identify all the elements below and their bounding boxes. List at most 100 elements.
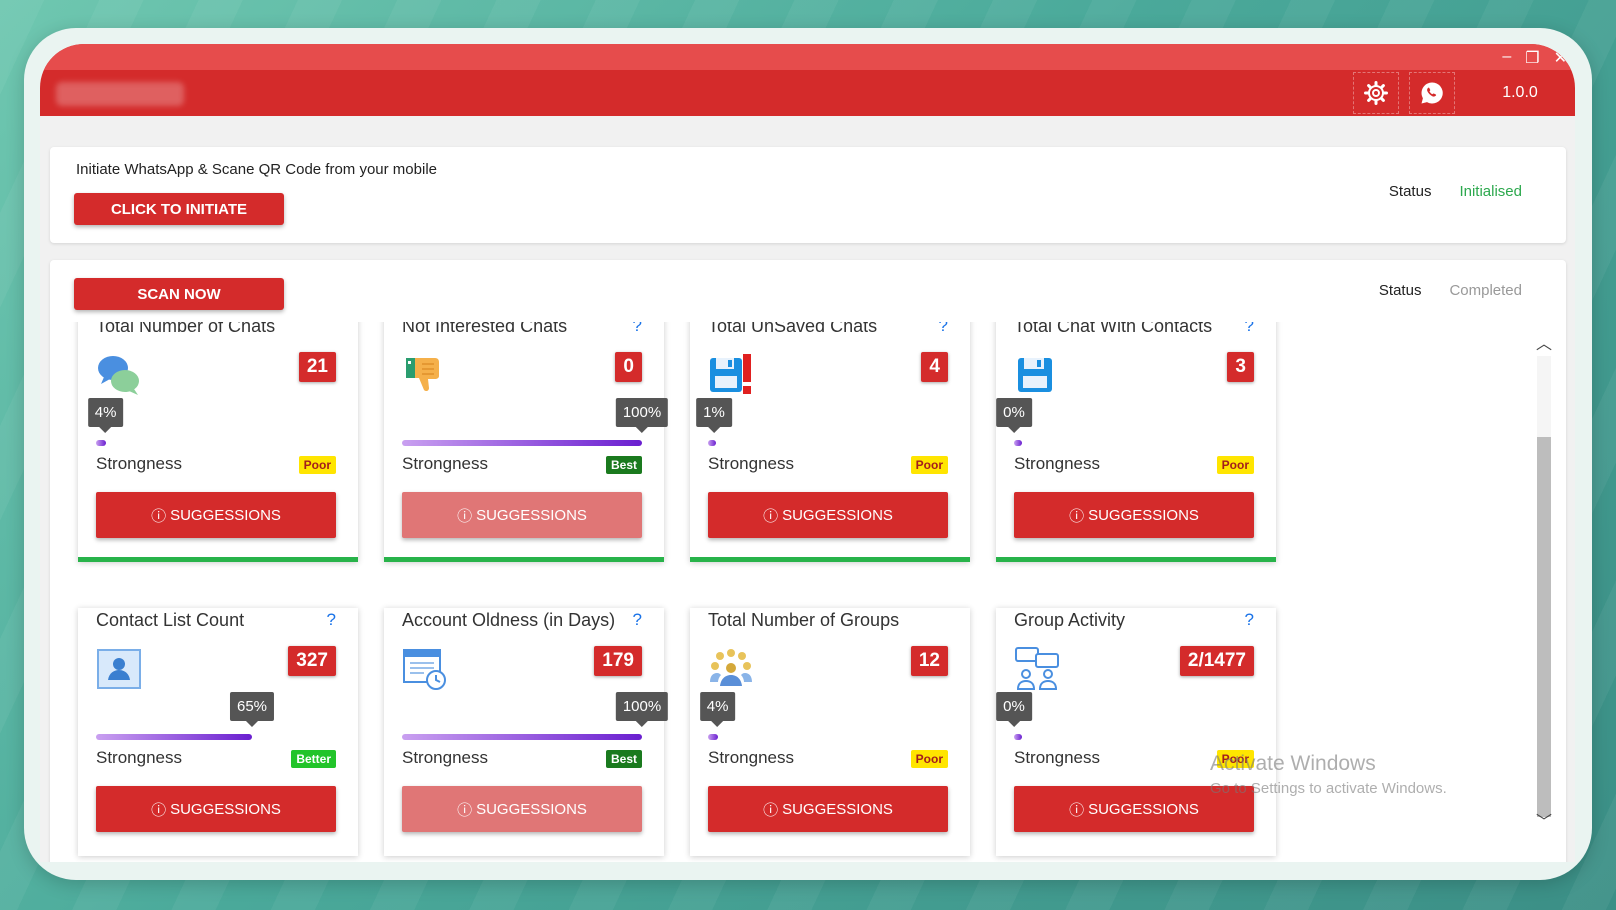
status-label: Status — [1388, 183, 1432, 200]
info-icon: ⓘ — [1069, 507, 1085, 525]
card-title: Total UnSaved Chats — [708, 322, 878, 336]
strength-bar — [708, 734, 948, 740]
suggestions-label: SUGGESSIONS — [1088, 800, 1199, 818]
rating-badge: Best — [605, 750, 642, 768]
contact-card-icon — [96, 646, 142, 692]
strength-tooltip: 0% — [996, 398, 1032, 433]
watermark-title: Activate Windows — [1210, 752, 1376, 775]
count-badge: 4 — [921, 352, 948, 382]
scroll-down-icon[interactable]: ﹀ — [1534, 808, 1554, 831]
metric-card: Group Activity ? 2/1477 0% Strongness Po… — [996, 608, 1276, 856]
thumbs-down-icon — [402, 352, 448, 398]
rating-badge: Best — [605, 456, 642, 474]
rating-badge: Poor — [910, 750, 948, 768]
strength-label: Strongness — [96, 748, 182, 767]
title-actions: 1.0.0 — [1353, 70, 1575, 116]
minimize-icon[interactable]: – — [1502, 48, 1511, 68]
card-title: Not Interested Chats — [402, 322, 568, 336]
metric-card: Not Interested Chats ? 0 100% Strongness… — [384, 322, 669, 562]
vertical-scrollbar[interactable]: ︿ ﹀ — [1534, 322, 1554, 842]
strength-tooltip: 4% — [699, 692, 736, 727]
strength-bar-fill — [402, 734, 642, 740]
strength-label: Strongness — [708, 454, 794, 473]
suggestions-label: SUGGESSIONS — [782, 800, 893, 818]
rating-badge: Poor — [1216, 456, 1254, 474]
scroll-up-icon[interactable]: ︿ — [1534, 330, 1554, 353]
help-icon[interactable]: ? — [939, 322, 948, 336]
restore-icon[interactable]: ❐ — [1525, 48, 1539, 68]
scan-now-button[interactable]: SCAN NOW — [74, 278, 284, 310]
strength-label: Strongness — [1014, 454, 1100, 473]
suggestions-button[interactable]: ⓘ SUGGESSIONS — [708, 492, 948, 538]
title-bar: – ❐ ✕ 1.0.0 — [40, 44, 1575, 116]
rating-badge: Poor — [910, 456, 948, 474]
suggestions-button[interactable]: ⓘ SUGGESSIONS — [708, 786, 948, 832]
strength-bar-fill — [708, 440, 716, 446]
floppy-alert-icon — [708, 352, 754, 398]
whatsapp-button[interactable] — [1409, 72, 1455, 114]
strength-tooltip: 100% — [615, 692, 669, 727]
card-title: Total Chat With Contacts — [1014, 322, 1213, 336]
settings-button[interactable] — [1353, 72, 1399, 114]
strength-label: Strongness — [402, 454, 488, 473]
status-label: Status — [1378, 282, 1422, 299]
app-title-blurred — [56, 82, 184, 106]
card-title: Total Number of Groups — [708, 610, 900, 630]
suggestions-label: SUGGESSIONS — [476, 800, 587, 818]
info-icon: ⓘ — [1069, 801, 1085, 819]
scan-status: Status Completed — [1379, 282, 1522, 299]
close-icon[interactable]: ✕ — [1554, 48, 1567, 68]
help-icon[interactable]: ? — [327, 610, 336, 630]
strength-bar-fill — [708, 734, 718, 740]
count-badge: 3 — [1227, 352, 1254, 382]
strength-label: Strongness — [708, 748, 794, 767]
initiate-instruction: Initiate WhatsApp & Scane QR Code from y… — [76, 161, 437, 178]
strength-tooltip: 0% — [996, 692, 1032, 727]
suggestions-button[interactable]: ⓘ SUGGESSIONS — [402, 786, 642, 832]
strength-bar-fill — [96, 440, 106, 446]
suggestions-button[interactable]: ⓘ SUGGESSIONS — [96, 786, 336, 832]
strength-bar-fill — [1014, 734, 1022, 740]
initiate-status: Status Initialised — [1389, 183, 1522, 200]
metric-card: Total Number of Groups 12 4% Strongness … — [690, 608, 970, 856]
count-badge: 12 — [910, 646, 948, 676]
initiate-button[interactable]: CLICK TO INITIATE — [74, 193, 284, 225]
card-title: Total Number of Chats — [96, 322, 276, 336]
scroll-thumb[interactable] — [1537, 437, 1551, 817]
help-icon[interactable]: ? — [1245, 322, 1254, 336]
suggestions-button[interactable]: ⓘ SUGGESSIONS — [1014, 492, 1254, 538]
help-icon[interactable]: ? — [633, 322, 642, 336]
initiate-panel: Initiate WhatsApp & Scane QR Code from y… — [50, 147, 1566, 243]
info-icon: ⓘ — [151, 507, 167, 525]
watermark-subtitle: Go to Settings to activate Windows. — [1210, 780, 1447, 797]
strength-label: Strongness — [1014, 748, 1100, 767]
metric-card: Account Oldness (in Days) ? 179 100% Str… — [384, 608, 669, 856]
app-window: – ❐ ✕ 1.0.0 Initiate WhatsApp & Scane QR… — [40, 44, 1575, 862]
count-badge: 0 — [615, 352, 642, 382]
suggestions-button[interactable]: ⓘ SUGGESSIONS — [96, 492, 336, 538]
app-version: 1.0.0 — [1502, 84, 1538, 101]
rating-badge: Poor — [298, 456, 336, 474]
strength-bar — [1014, 734, 1254, 740]
strength-bar-fill — [96, 734, 252, 740]
suggestions-button[interactable]: ⓘ SUGGESSIONS — [402, 492, 642, 538]
status-value: Completed — [1449, 282, 1522, 299]
window-controls: – ❐ ✕ — [1502, 48, 1567, 68]
strength-tooltip: 65% — [229, 692, 275, 727]
suggestions-label: SUGGESSIONS — [170, 506, 281, 524]
info-icon: ⓘ — [763, 507, 779, 525]
title-strip — [40, 44, 1575, 70]
help-icon[interactable]: ? — [1245, 610, 1254, 630]
info-icon: ⓘ — [151, 801, 167, 819]
metric-card: Total UnSaved Chats ? 4 1% Strongness Po… — [690, 322, 970, 562]
suggestions-label: SUGGESSIONS — [170, 800, 281, 818]
metric-card: Total Number of Chats 21 4% Strongness P… — [78, 322, 358, 562]
metric-card: Contact List Count ? 327 65% Strongness … — [78, 608, 358, 856]
info-icon: ⓘ — [457, 507, 473, 525]
help-icon[interactable]: ? — [633, 610, 642, 630]
strength-tooltip: 1% — [696, 398, 732, 433]
card-title: Contact List Count — [96, 610, 245, 630]
info-icon: ⓘ — [763, 801, 779, 819]
status-value: Initialised — [1459, 183, 1522, 200]
strength-bar — [708, 440, 948, 446]
